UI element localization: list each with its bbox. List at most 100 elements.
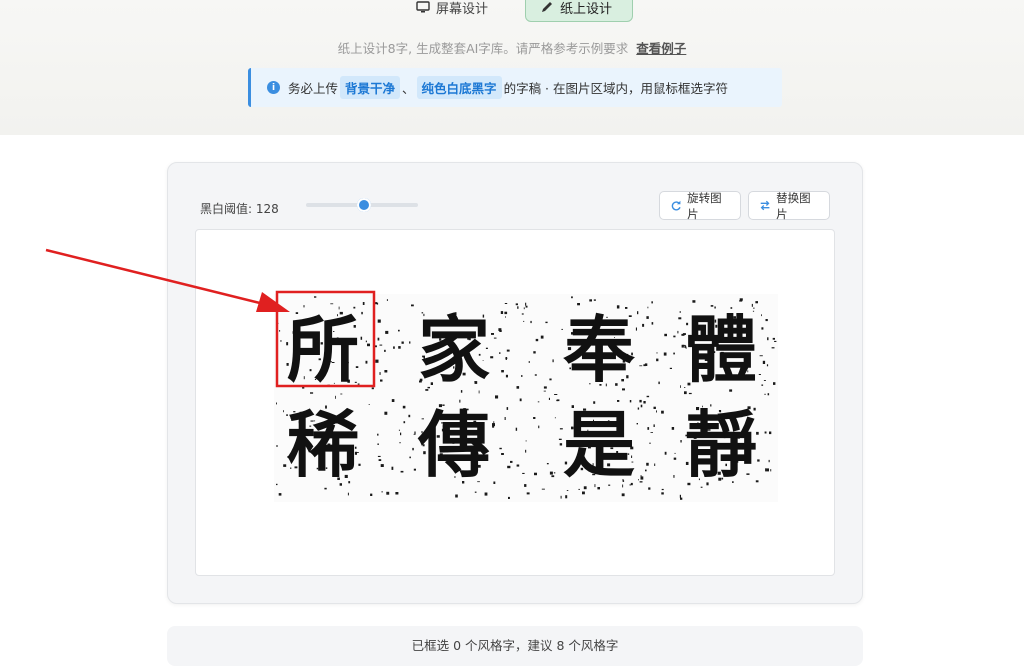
noise-speck — [650, 432, 653, 433]
swap-icon — [760, 200, 770, 211]
noise-speck — [395, 492, 399, 495]
replace-label: 替换图片 — [776, 190, 811, 221]
subtitle-text: 纸上设计8字, 生成整套AI字库。请严格参考示例要求 — [337, 41, 629, 56]
noise-speck — [566, 490, 569, 491]
noise-speck — [455, 494, 458, 498]
noise-speck — [774, 340, 777, 342]
noise-speck — [506, 407, 509, 410]
noise-speck — [664, 451, 667, 455]
noise-speck — [551, 475, 555, 478]
noise-speck — [559, 443, 563, 446]
replace-image-button[interactable]: 替换图片 — [748, 190, 830, 221]
noise-speck — [498, 328, 502, 331]
noise-speck — [386, 491, 390, 495]
noise-speck — [510, 460, 513, 463]
noise-speck — [647, 427, 650, 430]
noise-speck — [757, 459, 760, 462]
noise-speck — [543, 386, 547, 389]
noise-speck — [766, 364, 769, 367]
noise-speck — [401, 341, 404, 344]
noise-speck — [381, 491, 383, 493]
noise-speck — [761, 384, 764, 386]
noise-speck — [773, 382, 776, 385]
noise-speck — [767, 393, 770, 396]
noise-speck — [645, 469, 647, 472]
rotate-image-button[interactable]: 旋转图片 — [659, 190, 741, 221]
noise-speck — [400, 432, 402, 436]
noise-speck — [507, 465, 511, 469]
noise-speck — [761, 327, 764, 330]
noise-speck — [673, 457, 677, 460]
calligraphy-image[interactable]: 所家奉體稀傳是靜 — [196, 230, 836, 577]
noise-speck — [386, 299, 388, 301]
tab-paper-label: 纸上设计 — [560, 1, 613, 17]
noise-speck — [639, 365, 643, 367]
glyph-char: 家 — [418, 307, 490, 392]
noise-speck — [642, 323, 645, 327]
glyph-char: 傳 — [417, 402, 490, 487]
noise-speck — [310, 392, 314, 394]
noise-speck — [763, 380, 766, 381]
noise-speck — [649, 442, 651, 444]
noise-speck — [653, 406, 656, 409]
noise-speck — [377, 319, 381, 323]
noise-speck — [492, 423, 495, 427]
noise-speck — [680, 385, 681, 388]
noise-speck — [506, 349, 510, 352]
noise-speck — [534, 374, 537, 376]
noise-speck — [651, 301, 653, 304]
noise-speck — [409, 341, 411, 344]
slider-thumb[interactable] — [357, 198, 372, 212]
noise-speck — [640, 476, 644, 480]
noise-speck — [770, 469, 772, 472]
noise-speck — [380, 379, 383, 382]
noise-speck — [560, 495, 562, 499]
noise-speck — [673, 475, 675, 478]
noise-speck — [365, 360, 368, 364]
tab-paper-design[interactable]: 纸上设计 — [525, 0, 633, 22]
noise-speck — [380, 464, 384, 467]
noise-speck — [759, 355, 763, 357]
noise-speck — [378, 459, 382, 461]
rotate-label: 旋转图片 — [687, 190, 722, 221]
noise-speck — [638, 479, 639, 481]
noise-speck — [554, 394, 558, 395]
noise-speck — [499, 352, 501, 354]
noise-speck — [399, 442, 401, 444]
noise-speck — [661, 492, 664, 495]
noise-speck — [490, 356, 494, 359]
noise-speck — [644, 363, 648, 366]
noise-speck — [571, 296, 573, 299]
noise-speck — [379, 344, 383, 346]
glyph-char: 所 — [287, 307, 359, 392]
view-example-link[interactable]: 查看例子 — [636, 41, 686, 56]
noise-speck — [493, 481, 496, 484]
noise-speck — [663, 352, 667, 356]
noise-speck — [384, 349, 386, 352]
noise-speck — [597, 487, 600, 490]
noise-speck — [276, 483, 278, 486]
noise-speck — [739, 300, 743, 302]
noise-speck — [541, 488, 545, 490]
noise-speck — [761, 314, 762, 317]
noise-speck — [755, 301, 758, 304]
noise-speck — [765, 319, 768, 322]
noise-speck — [484, 492, 488, 496]
noise-speck — [673, 352, 675, 355]
noise-speck — [411, 304, 414, 307]
noise-speck — [521, 313, 524, 315]
noise-speck — [516, 464, 520, 467]
noise-speck — [375, 359, 379, 363]
noise-speck — [508, 496, 510, 499]
noise-speck — [578, 488, 580, 490]
tab-screen-design[interactable]: 屏幕设计 — [402, 0, 502, 22]
noise-speck — [646, 462, 649, 466]
noise-speck — [589, 299, 592, 302]
noise-speck — [671, 427, 675, 430]
noise-speck — [504, 417, 506, 420]
threshold-slider[interactable] — [306, 198, 418, 212]
noise-speck — [400, 470, 404, 473]
mode-tabs: 屏幕设计 纸上设计 — [0, 0, 1024, 22]
noise-speck — [680, 440, 682, 443]
image-canvas[interactable]: 所家奉體稀傳是靜 — [195, 229, 835, 576]
